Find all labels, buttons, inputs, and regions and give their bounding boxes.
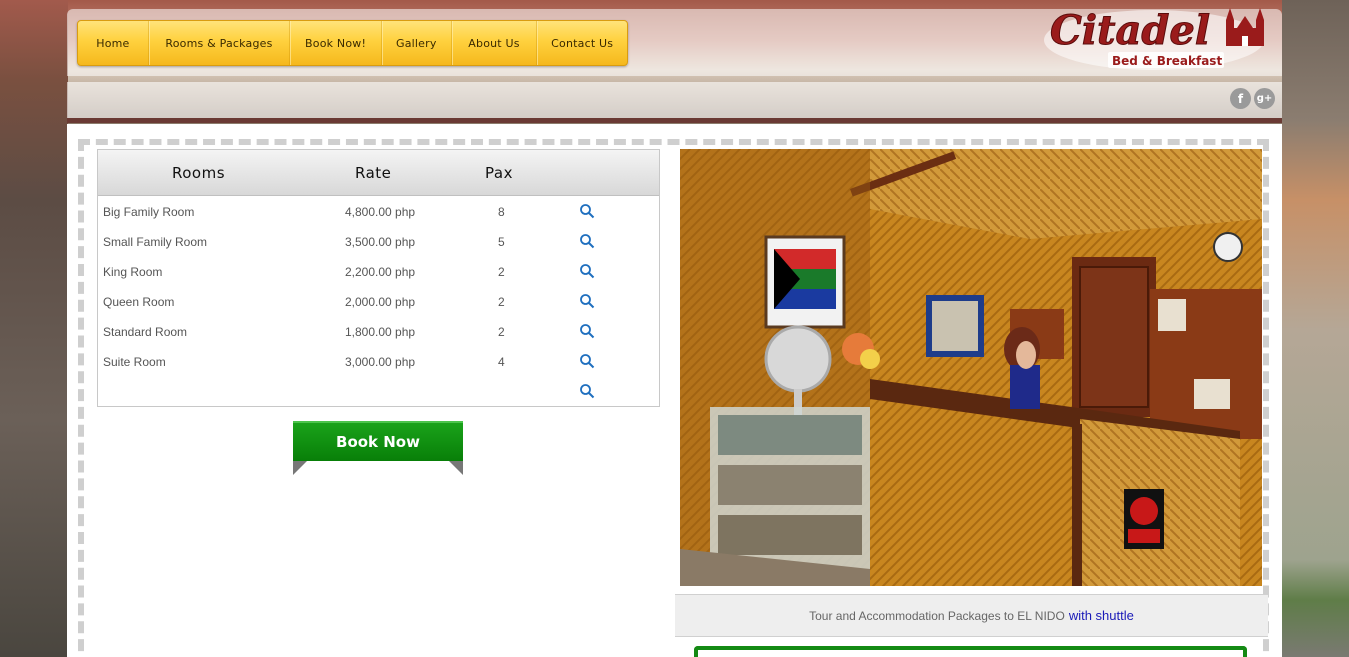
table-row: Queen Room 2,000.00 php 2 bbox=[98, 286, 659, 316]
room-name: Suite Room bbox=[103, 355, 166, 369]
room-pax: 5 bbox=[498, 235, 505, 249]
magnify-icon[interactable] bbox=[579, 293, 595, 309]
room-rate: 2,000.00 php bbox=[345, 295, 416, 309]
table-row: Big Family Room 4,800.00 php 8 bbox=[98, 196, 659, 226]
header-rate: Rate bbox=[355, 164, 392, 182]
room-pax: 2 bbox=[498, 325, 505, 339]
background-left bbox=[0, 0, 68, 657]
magnify-icon[interactable] bbox=[579, 323, 595, 339]
room-rate: 2,200.00 php bbox=[345, 265, 416, 279]
room-name: Standard Room bbox=[103, 325, 188, 339]
room-name: King Room bbox=[103, 265, 163, 279]
header-rooms: Rooms bbox=[172, 164, 226, 182]
room-pax: 2 bbox=[498, 265, 505, 279]
ribbon-fold-right bbox=[449, 461, 463, 475]
castle-icon bbox=[1226, 8, 1264, 46]
nav-about-us[interactable]: About Us bbox=[452, 21, 538, 65]
room-name: Small Family Room bbox=[103, 235, 208, 249]
magnify-icon[interactable] bbox=[579, 383, 595, 399]
nav-rooms-packages[interactable]: Rooms & Packages bbox=[149, 21, 291, 65]
tour-packages-bar: Tour and Accommodation Packages to EL NI… bbox=[675, 594, 1268, 637]
magnify-icon[interactable] bbox=[579, 263, 595, 279]
room-pax: 2 bbox=[498, 295, 505, 309]
rooms-table-body: Big Family Room 4,800.00 php 8 Small Family… bbox=[98, 196, 659, 406]
magnify-icon[interactable] bbox=[579, 203, 595, 219]
room-rate: 4,800.00 php bbox=[345, 205, 416, 219]
sub-header-bar bbox=[67, 82, 1282, 118]
facebook-icon[interactable]: f bbox=[1230, 88, 1251, 109]
table-row bbox=[98, 376, 659, 406]
room-rate: 3,000.00 php bbox=[345, 355, 416, 369]
room-rate: 3,500.00 php bbox=[345, 235, 416, 249]
ribbon-fold-left bbox=[293, 461, 307, 475]
logo-wordmark: Citadel bbox=[1050, 7, 1210, 54]
green-panel bbox=[694, 646, 1247, 657]
header-divider bbox=[67, 118, 1282, 123]
tour-text: Tour and Accommodation Packages to EL NI… bbox=[809, 608, 1065, 623]
nav-home[interactable]: Home bbox=[78, 21, 149, 65]
table-row: King Room 2,200.00 php 2 bbox=[98, 256, 659, 286]
citadel-logo[interactable]: Citadel Bed & Breakfast bbox=[1042, 4, 1274, 72]
background-right bbox=[1282, 0, 1349, 657]
magnify-icon[interactable] bbox=[579, 353, 595, 369]
magnify-icon[interactable] bbox=[579, 233, 595, 249]
nav-gallery[interactable]: Gallery bbox=[382, 21, 452, 65]
table-row: Suite Room 3,000.00 php 4 bbox=[98, 346, 659, 376]
room-name: Big Family Room bbox=[103, 205, 195, 219]
header-pax: Pax bbox=[485, 164, 513, 182]
nav-contact-us[interactable]: Contact Us bbox=[537, 21, 627, 65]
nav-book-now[interactable]: Book Now! bbox=[290, 21, 382, 65]
tour-shuttle-link[interactable]: with shuttle bbox=[1069, 608, 1134, 623]
rooms-table: Rooms Rate Pax Big Family Room 4,800.00 p… bbox=[97, 149, 660, 407]
main-nav: Home Rooms & Packages Book Now! Gallery … bbox=[77, 20, 628, 66]
table-row: Small Family Room 3,500.00 php 5 bbox=[98, 226, 659, 256]
google-plus-icon[interactable]: g+ bbox=[1254, 88, 1275, 109]
reception-photo bbox=[680, 149, 1262, 586]
room-rate: 1,800.00 php bbox=[345, 325, 416, 339]
rooms-table-header: Rooms Rate Pax bbox=[98, 150, 659, 196]
table-row: Standard Room 1,800.00 php 2 bbox=[98, 316, 659, 346]
room-pax: 4 bbox=[498, 355, 505, 369]
room-name: Queen Room bbox=[103, 295, 175, 309]
book-now-button[interactable]: Book Now bbox=[293, 421, 463, 461]
room-pax: 8 bbox=[498, 205, 505, 219]
logo-tagline: Bed & Breakfast bbox=[1112, 54, 1222, 68]
